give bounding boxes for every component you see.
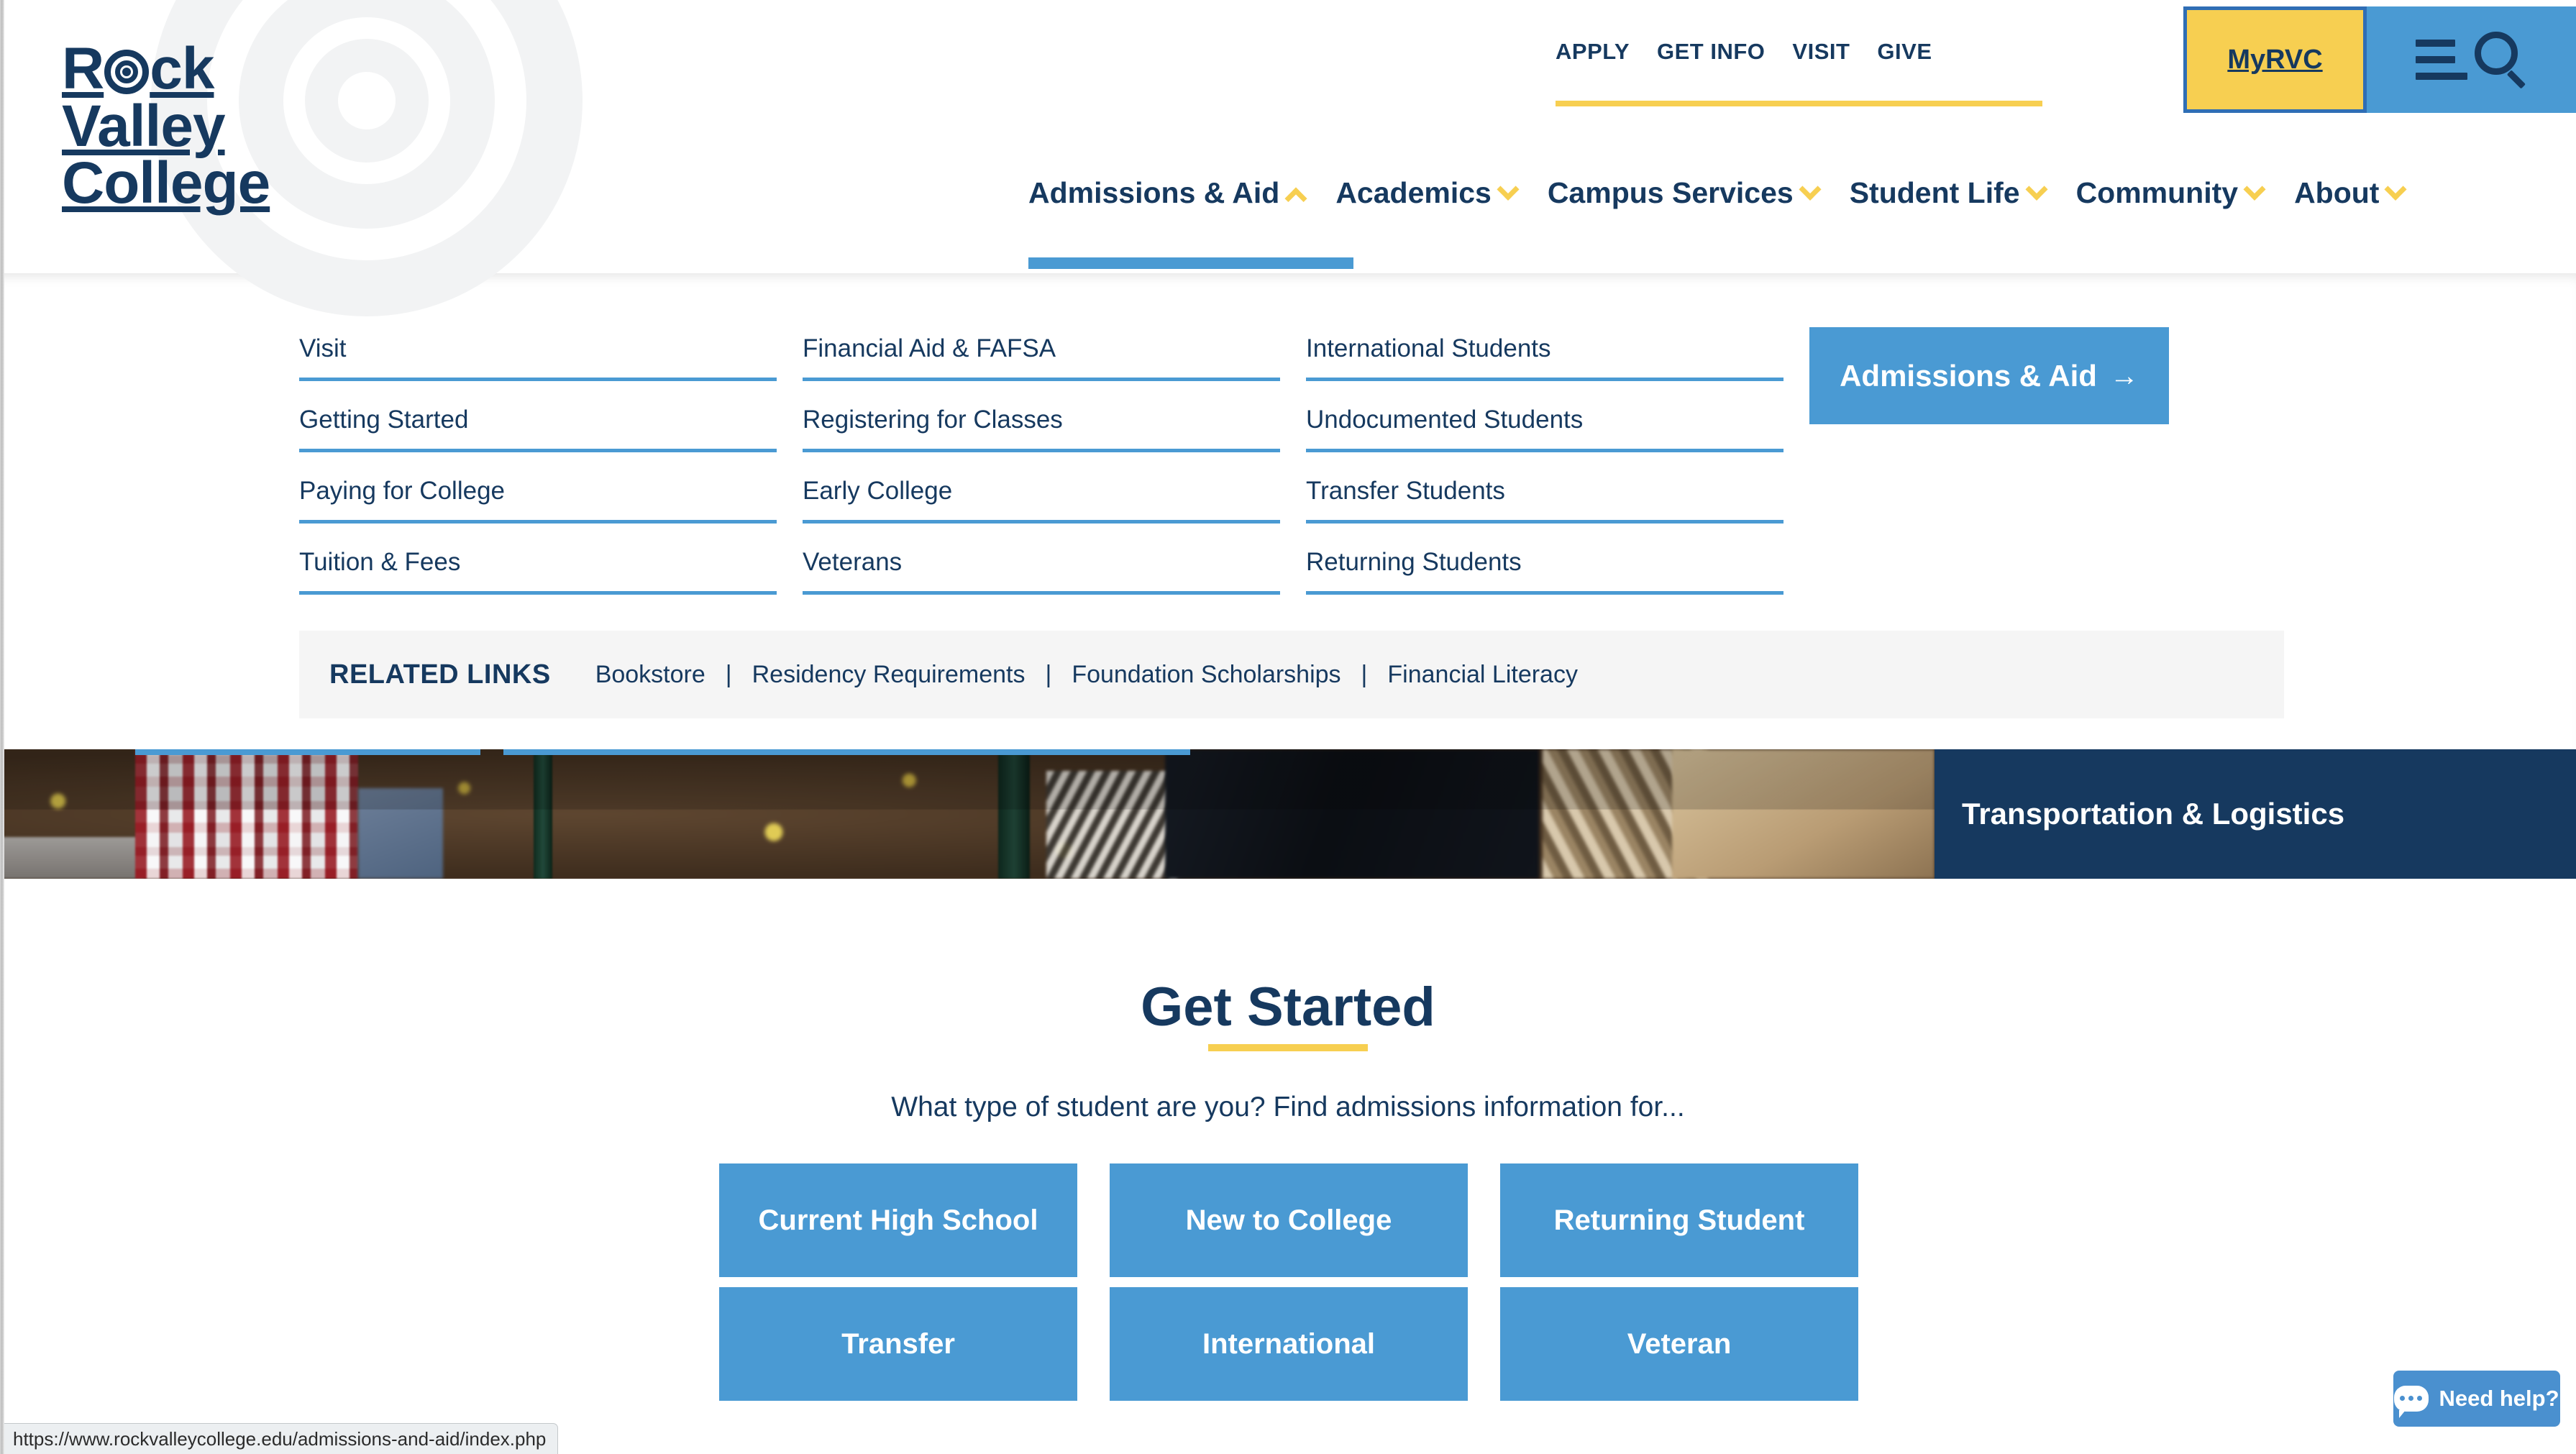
nav-active-indicator xyxy=(1028,257,1353,269)
status-bar-url: https://www.rockvalleycollege.edu/admiss… xyxy=(13,1427,547,1450)
related-links-title: RELATED LINKS xyxy=(329,659,551,690)
logo-line-3: College xyxy=(62,150,270,216)
utility-nav-item-get-info[interactable]: GET INFO xyxy=(1657,39,1765,65)
chevron-up-icon xyxy=(1284,187,1307,210)
nav-item-label: Student Life xyxy=(1849,176,2020,209)
student-type-button-international[interactable]: International xyxy=(1110,1287,1468,1401)
browser-status-bar: https://www.rockvalleycollege.edu/admiss… xyxy=(1,1423,559,1454)
utility-nav-item-visit[interactable]: VISIT xyxy=(1792,39,1850,65)
dropdown-column-3: International Students Undocumented Stud… xyxy=(1306,327,1783,612)
banner-label-text: Transportation & Logistics xyxy=(1962,797,2345,831)
dropdown-accent-bars xyxy=(0,749,1935,755)
main-nav: Admissions & Aid Academics Campus Servic… xyxy=(1028,176,2408,210)
dropdown-link-transfer-students[interactable]: Transfer Students xyxy=(1306,470,1783,523)
site-header: Rck Valley College APPLY GET INFO VISIT … xyxy=(0,0,2576,316)
nav-item-academics[interactable]: Academics xyxy=(1335,176,1520,210)
student-type-button-returning-student[interactable]: Returning Student xyxy=(1500,1163,1858,1277)
banner-photo xyxy=(0,749,1935,879)
search-icon[interactable] xyxy=(2472,32,2528,89)
dropdown-link-international-students[interactable]: International Students xyxy=(1306,327,1783,381)
student-type-button-new-to-college[interactable]: New to College xyxy=(1110,1163,1468,1277)
myrvc-button[interactable]: MyRVC xyxy=(2183,6,2367,113)
dropdown-content: Visit Getting Started Paying for College… xyxy=(299,327,2284,612)
nav-item-about[interactable]: About xyxy=(2294,176,2408,210)
get-started-title: Get Started xyxy=(1141,977,1435,1038)
window-left-edge xyxy=(0,0,4,1454)
chat-bubble-icon xyxy=(2394,1386,2429,1418)
dropdown-link-undocumented-students[interactable]: Undocumented Students xyxy=(1306,398,1783,452)
arrow-right-icon: → xyxy=(2109,360,2139,392)
related-links-separator: | xyxy=(725,660,732,688)
related-link-financial-literacy[interactable]: Financial Literacy xyxy=(1387,661,1578,689)
related-link-foundation-scholarships[interactable]: Foundation Scholarships xyxy=(1072,661,1340,689)
dropdown-link-visit[interactable]: Visit xyxy=(299,327,777,381)
cta-label: Admissions & Aid xyxy=(1840,358,2097,393)
browser-viewport: Rck Valley College APPLY GET INFO VISIT … xyxy=(0,0,2576,1454)
student-type-button-transfer[interactable]: Transfer xyxy=(719,1287,1077,1401)
dropdown-link-registering-for-classes[interactable]: Registering for Classes xyxy=(803,398,1280,452)
dropdown-column-1: Visit Getting Started Paying for College… xyxy=(299,327,777,612)
nav-item-student-life[interactable]: Student Life xyxy=(1849,176,2048,210)
admissions-and-aid-cta-button[interactable]: Admissions & Aid → xyxy=(1809,327,2169,424)
logo-line-1: Rck xyxy=(62,36,214,101)
nav-item-label: Community xyxy=(2075,176,2239,209)
nav-item-label: Academics xyxy=(1335,176,1492,209)
student-type-button-veteran[interactable]: Veteran xyxy=(1500,1287,1858,1401)
dropdown-link-getting-started[interactable]: Getting Started xyxy=(299,398,777,452)
related-links-separator: | xyxy=(1361,660,1368,688)
student-type-button-grid: Current High School New to College Retur… xyxy=(719,1163,1858,1401)
get-started-title-rule xyxy=(1208,1044,1368,1051)
nav-item-label: Campus Services xyxy=(1547,176,1794,209)
dropdown-link-returning-students[interactable]: Returning Students xyxy=(1306,541,1783,595)
logo-line-2: Valley xyxy=(62,93,226,159)
dropdown-columns: Visit Getting Started Paying for College… xyxy=(299,327,2284,612)
chevron-down-icon xyxy=(2243,178,2266,201)
related-link-residency-requirements[interactable]: Residency Requirements xyxy=(752,661,1026,689)
chevron-down-icon xyxy=(2384,178,2408,201)
dropdown-link-financial-aid-fafsa[interactable]: Financial Aid & FAFSA xyxy=(803,327,1280,381)
chevron-down-icon xyxy=(1799,178,1822,201)
related-links-bar: RELATED LINKS Bookstore | Residency Requ… xyxy=(299,631,2284,718)
student-type-button-current-high-school[interactable]: Current High School xyxy=(719,1163,1077,1277)
dropdown-link-paying-for-college[interactable]: Paying for College xyxy=(299,470,777,523)
nav-item-label: About xyxy=(2294,176,2380,209)
nav-item-label: Admissions & Aid xyxy=(1028,176,1280,209)
dropdown-link-early-college[interactable]: Early College xyxy=(803,470,1280,523)
program-banner-strip[interactable]: Transportation & Logistics xyxy=(0,749,2576,879)
dropdown-link-veterans[interactable]: Veterans xyxy=(803,541,1280,595)
site-logo[interactable]: Rck Valley College xyxy=(62,36,306,216)
spiral-target-icon xyxy=(104,50,150,94)
chevron-down-icon xyxy=(1497,178,1520,201)
utility-nav-underline xyxy=(1556,101,2042,106)
chevron-down-icon xyxy=(2025,178,2048,201)
need-help-chat-button[interactable]: Need help? xyxy=(2393,1371,2560,1427)
banner-label-panel[interactable]: Transportation & Logistics xyxy=(1935,749,2576,879)
nav-item-campus-services[interactable]: Campus Services xyxy=(1547,176,1822,210)
nav-item-admissions-and-aid[interactable]: Admissions & Aid xyxy=(1028,176,1307,210)
chat-button-label: Need help? xyxy=(2439,1386,2559,1411)
get-started-subtitle: What type of student are you? Find admis… xyxy=(891,1092,1685,1122)
nav-item-community[interactable]: Community xyxy=(2075,176,2266,210)
related-link-bookstore[interactable]: Bookstore xyxy=(595,661,705,689)
hamburger-icon[interactable] xyxy=(2415,40,2467,80)
dropdown-cta-column: Admissions & Aid → xyxy=(1809,327,2169,612)
dropdown-link-tuition-and-fees[interactable]: Tuition & Fees xyxy=(299,541,777,595)
dropdown-column-2: Financial Aid & FAFSA Registering for Cl… xyxy=(803,327,1280,612)
related-links-separator: | xyxy=(1045,660,1052,688)
utility-nav-item-apply[interactable]: APPLY xyxy=(1556,39,1630,65)
menu-search-panel[interactable] xyxy=(2367,6,2576,113)
utility-nav: APPLY GET INFO VISIT GIVE xyxy=(1556,39,1932,65)
utility-nav-item-give[interactable]: GIVE xyxy=(1877,39,1932,65)
